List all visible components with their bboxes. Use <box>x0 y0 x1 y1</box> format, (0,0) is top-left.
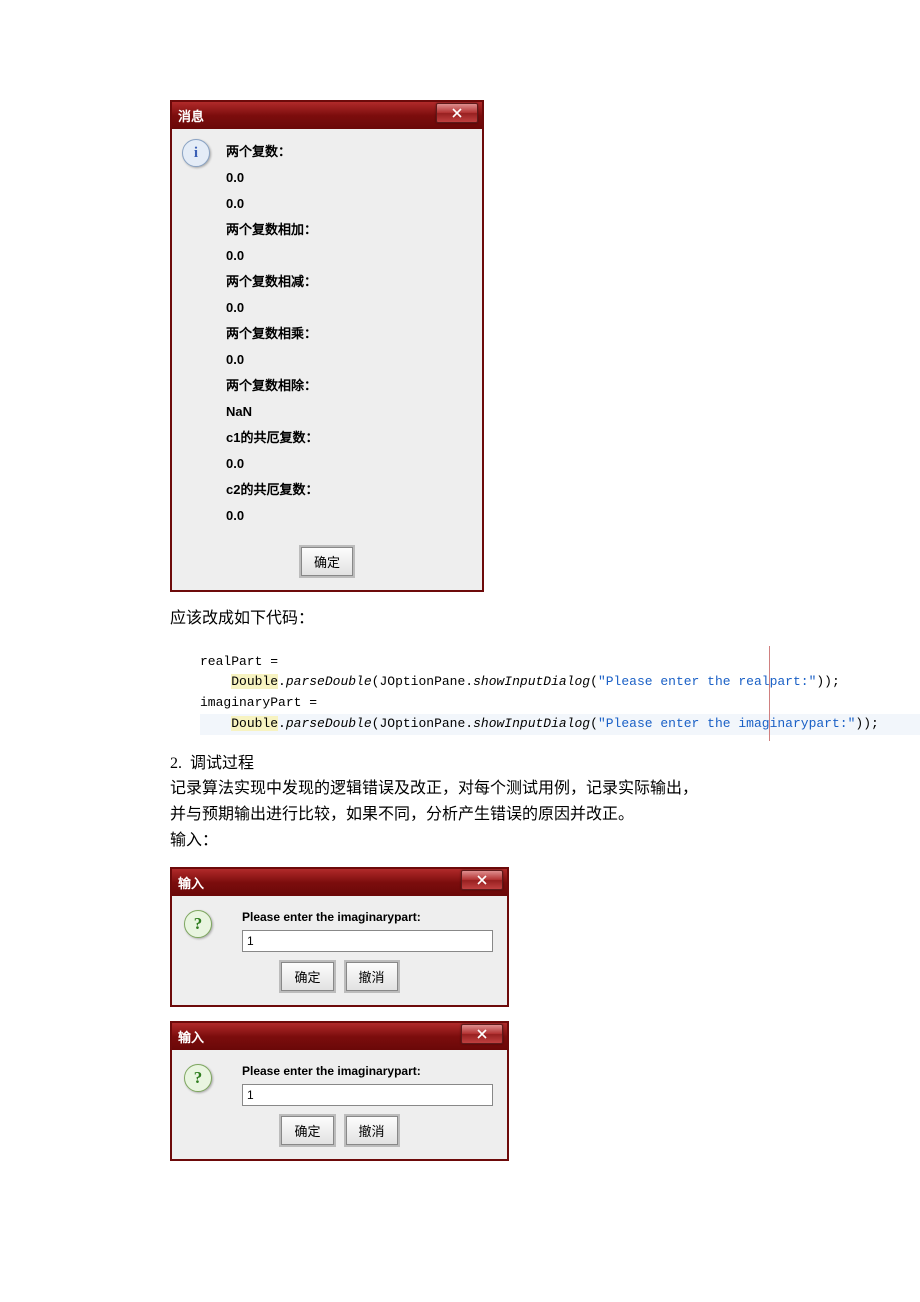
code-text: )); <box>816 674 839 689</box>
message-lines: 两个复数： 0.0 0.0 两个复数相加： 0.0 两个复数相减： 0.0 两个… <box>226 139 472 529</box>
message-dialog-body: i 两个复数： 0.0 0.0 两个复数相加： 0.0 两个复数相减： 0.0 … <box>172 129 482 543</box>
code-text: realPart = <box>200 654 278 669</box>
ok-button[interactable]: 确定 <box>301 547 353 576</box>
code-text: parseDouble <box>286 716 372 731</box>
code-text: showInputDialog <box>473 674 590 689</box>
close-icon[interactable] <box>461 1024 503 1044</box>
message-dialog: 消息 i 两个复数： 0.0 0.0 两个复数相加： 0.0 两个复数相减： 0… <box>170 100 484 592</box>
code-text: ( <box>590 716 598 731</box>
question-icon: ? <box>184 910 212 938</box>
input-dialog: 输入 ? Please enter the imaginarypart: 确定 … <box>170 1021 509 1161</box>
message-line: 两个复数相加： <box>226 217 472 243</box>
message-line: 0.0 <box>226 347 472 373</box>
message-line: 0.0 <box>226 165 472 191</box>
ok-button[interactable]: 确定 <box>281 1116 333 1145</box>
message-line: NaN <box>226 399 472 425</box>
message-line: 两个复数相除： <box>226 373 472 399</box>
input-dialog-titlebar: 输入 <box>172 1023 507 1050</box>
section-number: 2. <box>170 755 182 772</box>
message-dialog-title: 消息 <box>178 106 204 125</box>
code-text: ( <box>590 674 598 689</box>
info-icon: i <box>182 139 210 167</box>
code-text: Double <box>231 716 278 731</box>
input-prompt: Please enter the imaginarypart: <box>242 1064 493 1078</box>
code-text: (JOptionPane. <box>372 674 473 689</box>
cancel-button[interactable]: 撤消 <box>346 1116 398 1145</box>
close-icon[interactable] <box>461 870 503 890</box>
input-dialog-body: ? Please enter the imaginarypart: <box>172 896 507 958</box>
code-text: "Please enter the realpart:" <box>598 674 816 689</box>
input-prompt: Please enter the imaginarypart: <box>242 910 493 924</box>
message-line: c1的共厄复数： <box>226 425 472 451</box>
message-dialog-titlebar: 消息 <box>172 102 482 129</box>
input-dialog-footer: 确定 撤消 <box>172 958 507 1005</box>
cancel-button[interactable]: 撤消 <box>346 962 398 991</box>
code-text: (JOptionPane. <box>372 716 473 731</box>
code-text: . <box>278 674 286 689</box>
message-dialog-footer: 确定 <box>172 543 482 590</box>
message-line: 两个复数相乘： <box>226 321 472 347</box>
input-dialog-footer: 确定 撤消 <box>172 1112 507 1159</box>
message-line: 0.0 <box>226 191 472 217</box>
message-line: c2的共厄复数： <box>226 477 472 503</box>
input-dialog: 输入 ? Please enter the imaginarypart: 确定 … <box>170 867 509 1007</box>
code-text: "Please enter the imaginarypart:" <box>598 716 855 731</box>
input-field[interactable] <box>242 1084 493 1106</box>
message-line: 0.0 <box>226 243 472 269</box>
code-text: showInputDialog <box>473 716 590 731</box>
paragraph-line: 并与预期输出进行比较，如果不同，分析产生错误的原因并改正。 <box>170 806 634 823</box>
input-field[interactable] <box>242 930 493 952</box>
input-dialog-title: 输入 <box>178 873 204 892</box>
code-block: realPart = Double.parseDouble(JOptionPan… <box>170 646 920 741</box>
paragraph-line: 输入： <box>170 832 218 849</box>
editor-margin-line <box>769 646 770 741</box>
message-line: 两个复数相减： <box>226 269 472 295</box>
code-text: imaginaryPart = <box>200 695 317 710</box>
code-text: . <box>278 716 286 731</box>
paragraph: 应该改成如下代码： <box>170 606 750 632</box>
ok-button[interactable]: 确定 <box>281 962 333 991</box>
input-dialog-title: 输入 <box>178 1027 204 1046</box>
message-line: 两个复数： <box>226 139 472 165</box>
code-text: parseDouble <box>286 674 372 689</box>
section-header: 2. 调试过程 记录算法实现中发现的逻辑错误及改正，对每个测试用例，记录实际输出… <box>170 751 750 853</box>
message-line: 0.0 <box>226 451 472 477</box>
message-line: 0.0 <box>226 295 472 321</box>
paragraph-line: 记录算法实现中发现的逻辑错误及改正，对每个测试用例，记录实际输出， <box>170 780 698 797</box>
code-text: Double <box>231 674 278 689</box>
input-dialog-body: ? Please enter the imaginarypart: <box>172 1050 507 1112</box>
question-icon: ? <box>184 1064 212 1092</box>
message-line: 0.0 <box>226 503 472 529</box>
close-icon[interactable] <box>436 103 478 123</box>
code-text: )); <box>855 716 878 731</box>
input-dialog-titlebar: 输入 <box>172 869 507 896</box>
section-title: 调试过程 <box>190 755 254 772</box>
